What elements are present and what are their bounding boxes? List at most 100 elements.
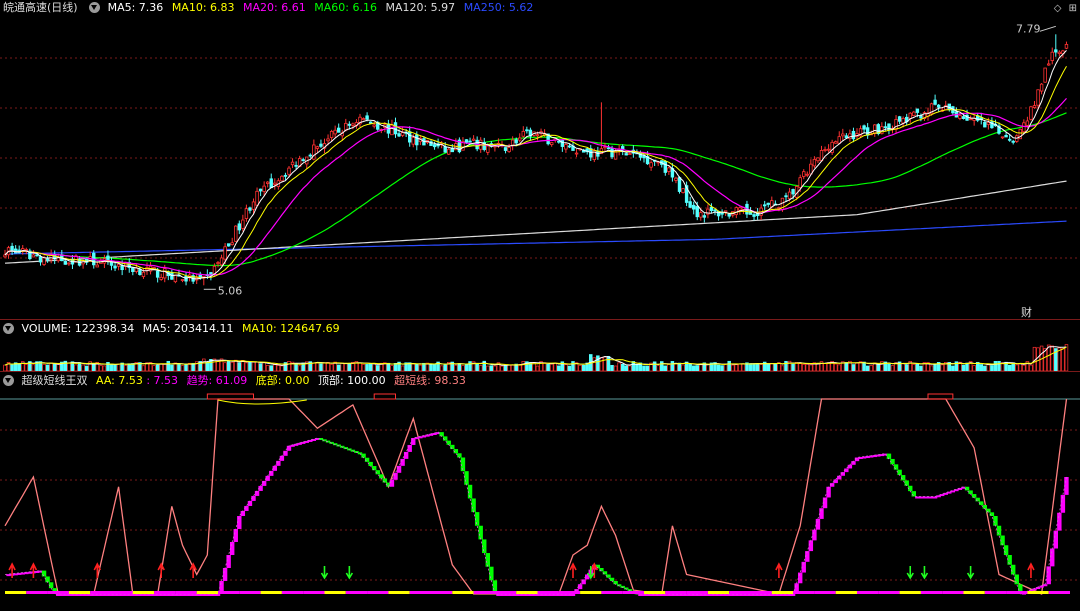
volume-bar <box>244 362 249 372</box>
volume-bar <box>901 363 905 372</box>
candle-body <box>163 268 167 279</box>
volume-bar <box>326 362 330 372</box>
candle-body <box>35 254 39 257</box>
bottom-baseline <box>196 591 218 594</box>
bottom-baseline <box>260 591 282 594</box>
candle-body <box>535 134 540 137</box>
candle-body <box>336 127 341 133</box>
volume-bar <box>723 363 728 372</box>
volume-bar <box>223 362 227 372</box>
indicator-header: 超级短线王双 AA: 7.53 : 7.53 趋势: 61.09 底部: 0.0… <box>0 373 471 389</box>
candle-body <box>173 274 178 283</box>
candle-body <box>823 149 827 151</box>
sell-arrow-icon <box>906 566 914 580</box>
volume-bar <box>1061 348 1065 372</box>
candle-body <box>1047 63 1051 66</box>
candle-body <box>734 207 738 215</box>
candle-body <box>738 207 742 211</box>
volume-bar <box>234 359 238 372</box>
candle-body <box>269 178 273 189</box>
annotations: 7.79 5.06 财 <box>203 22 1056 319</box>
bottom-baseline <box>857 591 879 594</box>
dropdown-caret-icon[interactable] <box>89 2 101 13</box>
volume-bar <box>251 361 256 372</box>
volume-bar <box>798 363 802 372</box>
candle-body <box>1022 122 1026 133</box>
high-price-label: 7.79 <box>1016 22 1041 35</box>
bottom-baseline <box>175 591 197 594</box>
volume-bar <box>429 363 433 372</box>
candle-body <box>606 147 611 150</box>
candle-body <box>720 212 724 215</box>
candle-body <box>155 270 160 278</box>
dropdown-caret-icon[interactable] <box>3 323 14 334</box>
dropdown-caret-icon[interactable] <box>3 375 14 386</box>
candle-body <box>333 129 337 135</box>
volume-bar <box>116 363 121 372</box>
restore-icon[interactable]: ◇ <box>1054 3 1062 14</box>
trend-bar <box>240 510 246 516</box>
trend-bar <box>457 453 462 458</box>
trend-bar <box>279 455 285 461</box>
volume-bar <box>823 362 827 372</box>
trend-bar <box>812 529 817 541</box>
candle-body <box>968 118 973 121</box>
candle-body <box>216 262 220 264</box>
candle-body <box>1043 67 1047 83</box>
volume-bar <box>52 363 57 372</box>
candle-body <box>766 202 770 205</box>
candle-body <box>1007 138 1012 141</box>
candle-body <box>713 209 717 212</box>
trend-bar <box>808 540 814 552</box>
trend-bar <box>379 474 384 479</box>
trend-bar <box>893 464 899 470</box>
indicator-name[interactable]: 超级短线王双 <box>22 374 88 387</box>
volume-bar <box>752 363 756 372</box>
candle-body <box>709 206 714 212</box>
candle-body <box>791 189 795 195</box>
buy-arrow-icon <box>569 562 577 578</box>
candle-body <box>841 133 845 137</box>
candle-body <box>667 167 671 172</box>
volume-bar <box>432 363 437 372</box>
volume-bar <box>475 363 479 372</box>
volume-bar <box>159 363 163 372</box>
stock-name[interactable]: 皖通高速 <box>3 1 47 14</box>
candle-body <box>1029 106 1033 120</box>
candle-body <box>95 264 99 268</box>
volume-bar <box>411 363 416 372</box>
corner-controls[interactable]: ◇ ⊞ <box>1054 3 1077 14</box>
candle-body <box>116 263 121 267</box>
candle-body <box>550 142 554 145</box>
period-label[interactable]: (日线) <box>47 1 78 14</box>
candle-body <box>319 143 323 147</box>
candle-body <box>1050 51 1054 61</box>
candle-body <box>67 262 71 265</box>
bottom-baseline <box>132 591 155 594</box>
bottom-baseline <box>750 591 772 594</box>
trend-bar <box>400 458 405 466</box>
candle-body <box>1032 105 1037 108</box>
candle-body <box>784 195 788 198</box>
volume-bar <box>659 361 664 372</box>
volume-bar <box>748 363 753 372</box>
candle-body <box>248 207 252 211</box>
trend-bar <box>396 465 402 473</box>
bottom-baseline <box>644 591 666 594</box>
candle-body <box>933 99 937 105</box>
candle-body <box>447 148 451 155</box>
expand-icon[interactable]: ⊞ <box>1069 3 1077 14</box>
trend-bar <box>1014 574 1019 585</box>
bottom-baseline <box>835 591 857 594</box>
candle-body <box>503 147 508 151</box>
candle-body <box>400 132 405 136</box>
volume-bar <box>876 363 881 372</box>
volume-bar <box>862 361 866 372</box>
volume-bar <box>230 361 234 372</box>
volume-bar <box>741 363 746 372</box>
chart-canvas[interactable]: 7.79 5.06 财 <box>0 0 1080 611</box>
volume-bar <box>791 363 795 372</box>
candle-body <box>294 164 298 167</box>
trend-bar <box>450 444 455 450</box>
bottom-baseline <box>665 591 687 594</box>
